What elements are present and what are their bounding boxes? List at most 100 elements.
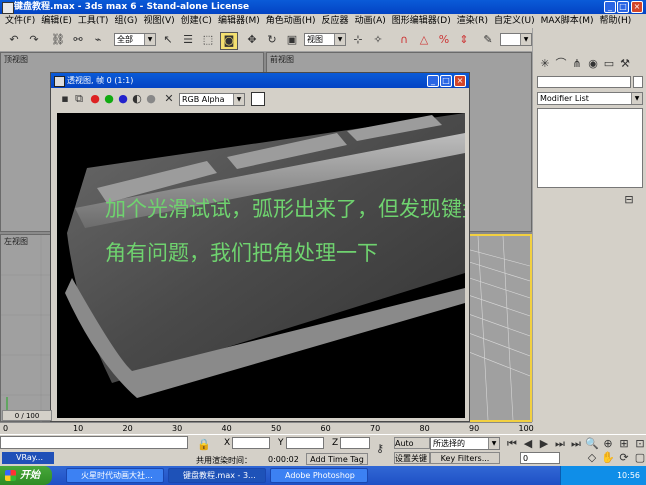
scale-icon[interactable]: ▣ [284,32,300,48]
move-icon[interactable]: ✥ [244,32,260,48]
pivot-icon[interactable]: ⊹ [350,32,366,48]
tutorial-caption-line2: 角有问题，我们把角处理一下 [105,241,378,265]
taskbar-task-button[interactable]: Adobe Photoshop [270,468,368,483]
menu-item[interactable]: 创建(C) [181,14,212,28]
taskbar-task-button[interactable]: 键盘教程.max - 3... [168,468,266,483]
windows-logo-icon [5,470,16,481]
key-filters-button[interactable]: Key Filters... [430,452,500,464]
modifier-list-dropdown[interactable]: Modifier List ▼ [537,92,643,105]
link-icon[interactable]: ⛓ [50,32,66,48]
rendered-image: 加个光滑试试，弧形出来了，但发现键盘的 角有问题，我们把角处理一下 [57,113,465,418]
modify-tab-icon[interactable]: ⌒ [553,56,569,72]
select-icon[interactable]: ↖ [160,32,176,48]
key-mode-dropdown[interactable]: 所选择的 ▼ [430,437,500,450]
percent-snap-icon[interactable]: % [436,32,452,48]
region-select-icon[interactable]: ⬚ [200,32,216,48]
object-color-swatch[interactable] [633,76,643,88]
monochrome-icon[interactable]: ● [143,91,159,107]
color-swatch[interactable] [251,92,265,106]
utilities-tab-icon[interactable]: ⚒ [617,56,633,72]
menu-item[interactable]: 编辑(E) [41,14,72,28]
render-minimize-button[interactable]: _ [427,75,439,87]
menu-item[interactable]: 自定义(U) [494,14,535,28]
window-crossing-icon[interactable]: ◙ [220,32,238,50]
render-maximize-button[interactable]: □ [440,75,452,87]
goto-end-icon[interactable]: ⏭ [568,436,584,452]
timeline-tick-label: 90 [469,424,480,433]
bind-spacewarp-icon[interactable]: ⌁ [90,32,106,48]
y-coordinate-field[interactable] [286,437,324,449]
render-close-button[interactable]: × [454,75,466,87]
fov-icon[interactable]: ◇ [584,450,600,466]
z-coordinate-field[interactable] [340,437,370,449]
menu-item[interactable]: 文件(F) [5,14,35,28]
snap-icon[interactable]: ∩ [396,32,412,48]
reference-coord-dropdown[interactable]: 视图 ▼ [304,33,346,46]
minimize-button[interactable]: _ [604,1,616,13]
time-ruler[interactable]: 0 / 100 0 10 20 30 40 50 60 70 80 90 100 [0,410,534,434]
maxscript-listener-line[interactable] [0,436,188,449]
render-window-toolbar: ▪ ⧉ ● ● ● ◐ ● ✕ RGB Alpha ▼ [51,88,469,110]
render-window-title-bar: 透视图, 帧 0 (1:1) _ □ × [51,73,469,88]
goto-start-icon[interactable]: ⏮ [504,436,520,452]
unlink-icon[interactable]: ⚯ [70,32,86,48]
redo-icon[interactable]: ↷ [26,32,42,48]
menu-item[interactable]: 渲染(R) [457,14,488,28]
clear-icon[interactable]: ✕ [161,91,177,107]
named-selection-icon[interactable]: ✎ [480,32,496,48]
clone-window-icon[interactable]: ⧉ [71,91,87,107]
menu-item[interactable]: 工具(T) [78,14,109,28]
menu-item[interactable]: 帮助(H) [600,14,632,28]
close-button[interactable]: × [631,1,643,13]
start-button[interactable]: 开始 [0,466,52,485]
channel-display-dropdown[interactable]: RGB Alpha ▼ [179,93,245,106]
current-frame-field[interactable]: 0 [520,452,560,464]
menu-item[interactable]: 视图(V) [143,14,174,28]
next-frame-icon[interactable]: ⏭ [552,436,568,452]
play-icon[interactable]: ▶ [536,436,552,452]
clock: 10:56 [616,471,640,480]
menu-bar: 文件(F) 编辑(E) 工具(T) 组(G) 视图(V) 创建(C) 编辑器(M) 角色动画(… [0,14,646,28]
modifier-stack[interactable] [537,108,643,188]
pan-icon[interactable]: ✋ [600,450,616,466]
select-by-name-icon[interactable]: ☰ [180,32,196,48]
named-selection-dropdown[interactable]: ▼ [500,33,532,46]
orbit-icon[interactable]: ⟳ [616,450,632,466]
menu-item[interactable]: 组(G) [114,14,137,28]
menu-item[interactable]: MAX脚本(M) [541,14,594,28]
manipulate-icon[interactable]: ✧ [370,32,386,48]
add-time-tag-button[interactable]: Add Time Tag [306,453,368,465]
menu-item[interactable]: 反应器 [322,14,349,28]
auto-key-button[interactable]: Auto Key [394,437,430,449]
render-window-icon [54,76,65,87]
system-tray: 10:56 [560,466,646,485]
selection-filter-dropdown[interactable]: 全部 ▼ [114,33,156,46]
timeline-tick-label: 80 [419,424,430,433]
app-icon [2,2,14,14]
tutorial-caption-line1: 加个光滑试试，弧形出来了，但发现键盘的 [105,197,465,221]
motion-tab-icon[interactable]: ◉ [585,56,601,72]
menu-item[interactable]: 图形编辑器(D) [392,14,451,28]
lock-selection-icon[interactable]: 🔒 [196,437,212,453]
hierarchy-tab-icon[interactable]: ⋔ [569,56,585,72]
taskbar-task-button[interactable]: 火星时代动画大社... [66,468,164,483]
menu-item[interactable]: 动画(A) [355,14,386,28]
maximize-viewport-icon[interactable]: ▢ [632,450,646,466]
spinner-snap-icon[interactable]: ⇕ [456,32,472,48]
set-key-button[interactable]: 设置关键点 [394,452,430,464]
x-coordinate-field[interactable] [232,437,270,449]
rotate-icon[interactable]: ↻ [264,32,280,48]
timeline-tick-label: 20 [122,424,133,433]
previous-frame-icon[interactable]: ◀ [520,436,536,452]
menu-item[interactable]: 角色动画(H) [266,14,316,28]
undo-icon[interactable]: ↶ [6,32,22,48]
configure-modifier-sets-icon[interactable]: ⊟ [621,192,637,208]
angle-snap-icon[interactable]: △ [416,32,432,48]
time-slider[interactable]: 0 / 100 [2,410,52,421]
menu-item[interactable]: 编辑器(M) [218,14,260,28]
display-tab-icon[interactable]: ▭ [601,56,617,72]
chevron-down-icon: ▼ [144,34,155,45]
object-name-field[interactable] [537,76,631,88]
create-tab-icon[interactable]: ✳ [537,56,553,72]
maximize-button[interactable]: □ [617,1,629,13]
